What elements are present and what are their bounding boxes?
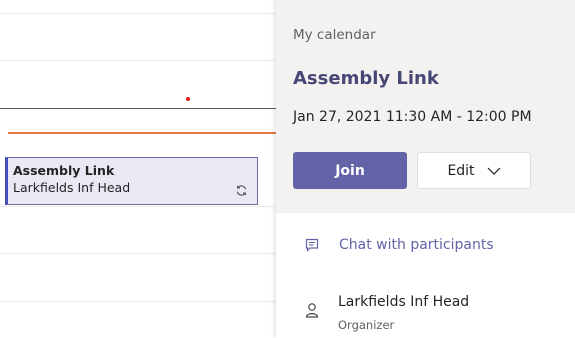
grid-line [0,253,276,254]
chat-icon [305,238,319,252]
calendar-name: My calendar [293,27,376,43]
grid-line [0,301,276,302]
event-organizer: Larkfields Inf Head [13,180,131,195]
red-dot-marker [186,97,190,101]
chat-with-participants[interactable]: Chat with participants [276,225,575,265]
calendar-grid: Assembly Link Larkfields Inf Head [0,0,276,338]
grid-line [0,60,276,61]
edit-label: Edit [447,162,475,179]
chat-label: Chat with participants [339,237,494,253]
meeting-header: My calendar Assembly Link Jan 27, 2021 1… [276,0,575,213]
grid-line [0,206,276,207]
current-time-indicator [8,132,276,134]
organizer-role: Organizer [338,318,395,332]
grid-line [0,13,276,14]
meeting-title: Assembly Link [293,68,439,89]
meeting-time: Jan 27, 2021 11:30 AM - 12:00 PM [293,109,532,125]
join-button[interactable]: Join [293,152,407,189]
meeting-details-panel: My calendar Assembly Link Jan 27, 2021 1… [276,0,575,338]
sync-icon [236,185,247,196]
grid-line-hour [0,108,276,109]
meeting-body: Chat with participants [276,213,575,338]
organizer-name: Larkfields Inf Head [338,294,470,310]
person-icon [305,303,319,318]
chevron-down-icon [487,167,500,175]
calendar-event-card[interactable]: Assembly Link Larkfields Inf Head [5,157,258,205]
event-title: Assembly Link [13,163,115,178]
edit-button[interactable]: Edit [417,152,531,189]
